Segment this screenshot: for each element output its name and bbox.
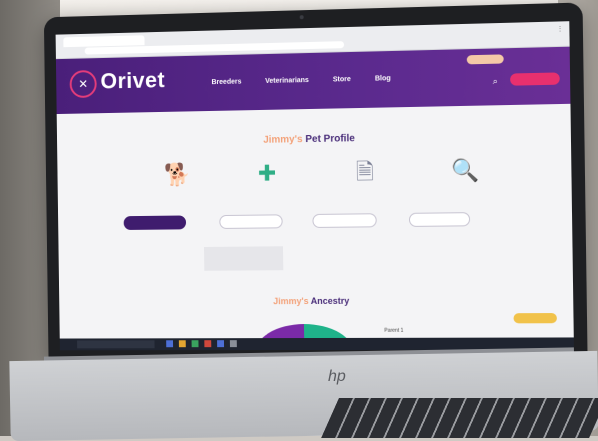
account-button[interactable]	[510, 72, 560, 86]
taskbar-app-icon[interactable]	[178, 340, 186, 348]
ancestry-pet-name: Jimmy's	[273, 296, 309, 307]
browser-tab[interactable]	[63, 35, 145, 48]
taskbar-app-icon[interactable]	[217, 340, 225, 348]
health-cross-icon[interactable]: ✚	[254, 158, 280, 188]
profile-pill-row	[123, 212, 502, 230]
section-tab-active[interactable]	[204, 246, 284, 271]
taskbar-app-icon[interactable]	[166, 340, 174, 348]
nav-veterinarians[interactable]: Veterinarians	[265, 77, 309, 85]
laptop-keyboard	[321, 398, 598, 438]
ancestry-suffix: Ancestry	[310, 295, 350, 307]
nav-blog[interactable]: Blog	[375, 75, 391, 82]
taskbar-search[interactable]	[77, 340, 155, 349]
nav-store[interactable]: Store	[333, 76, 351, 83]
nav-breeders[interactable]: Breeders	[212, 79, 242, 87]
document-icon[interactable]: 🗎	[352, 157, 379, 188]
taskbar-app-icon[interactable]	[229, 340, 237, 348]
main-nav: Breeders Veterinarians Store Blog	[212, 75, 391, 86]
taskbar-apps	[166, 340, 237, 348]
laptop-screen: ⋮ ✕ Orivet Breeders Veterinarians Store …	[55, 21, 574, 351]
profile-pill-1[interactable]	[123, 215, 187, 230]
site-header: ✕ Orivet Breeders Veterinarians Store Bl…	[55, 46, 571, 115]
webcam	[299, 15, 304, 20]
orivet-logo-text[interactable]: Orivet	[100, 67, 165, 94]
magnifier-icon[interactable]: 🔍	[451, 155, 479, 186]
taskbar-app-icon[interactable]	[204, 340, 212, 348]
search-icon[interactable]: ⌕	[493, 76, 498, 87]
hp-logo: hp	[328, 368, 346, 385]
pet-name: Jimmy's	[263, 134, 303, 146]
top-action-pill[interactable]	[466, 54, 504, 65]
section-tabs	[204, 244, 516, 271]
parent-label: Parent 1	[384, 327, 404, 334]
profile-pill-3[interactable]	[312, 213, 377, 228]
dog-icon[interactable]: 🐕	[164, 160, 191, 190]
chat-button[interactable]	[513, 313, 557, 324]
orivet-logo-icon[interactable]: ✕	[69, 69, 97, 99]
profile-icons-row: 🐕 ✚ 🗎 🔍	[164, 155, 505, 210]
profile-pill-2[interactable]	[219, 214, 283, 229]
profile-pill-4[interactable]	[408, 212, 471, 227]
taskbar-app-icon[interactable]	[191, 340, 199, 348]
laptop-screen-bezel: ⋮ ✕ Orivet Breeders Veterinarians Store …	[43, 2, 588, 361]
pet-profile-title: Jimmy's Pet Profile	[57, 129, 571, 149]
browser-menu-icon[interactable]: ⋮	[557, 25, 563, 32]
pet-profile-suffix: Pet Profile	[305, 133, 355, 146]
ancestry-title: Jimmy's Ancestry	[59, 295, 573, 308]
